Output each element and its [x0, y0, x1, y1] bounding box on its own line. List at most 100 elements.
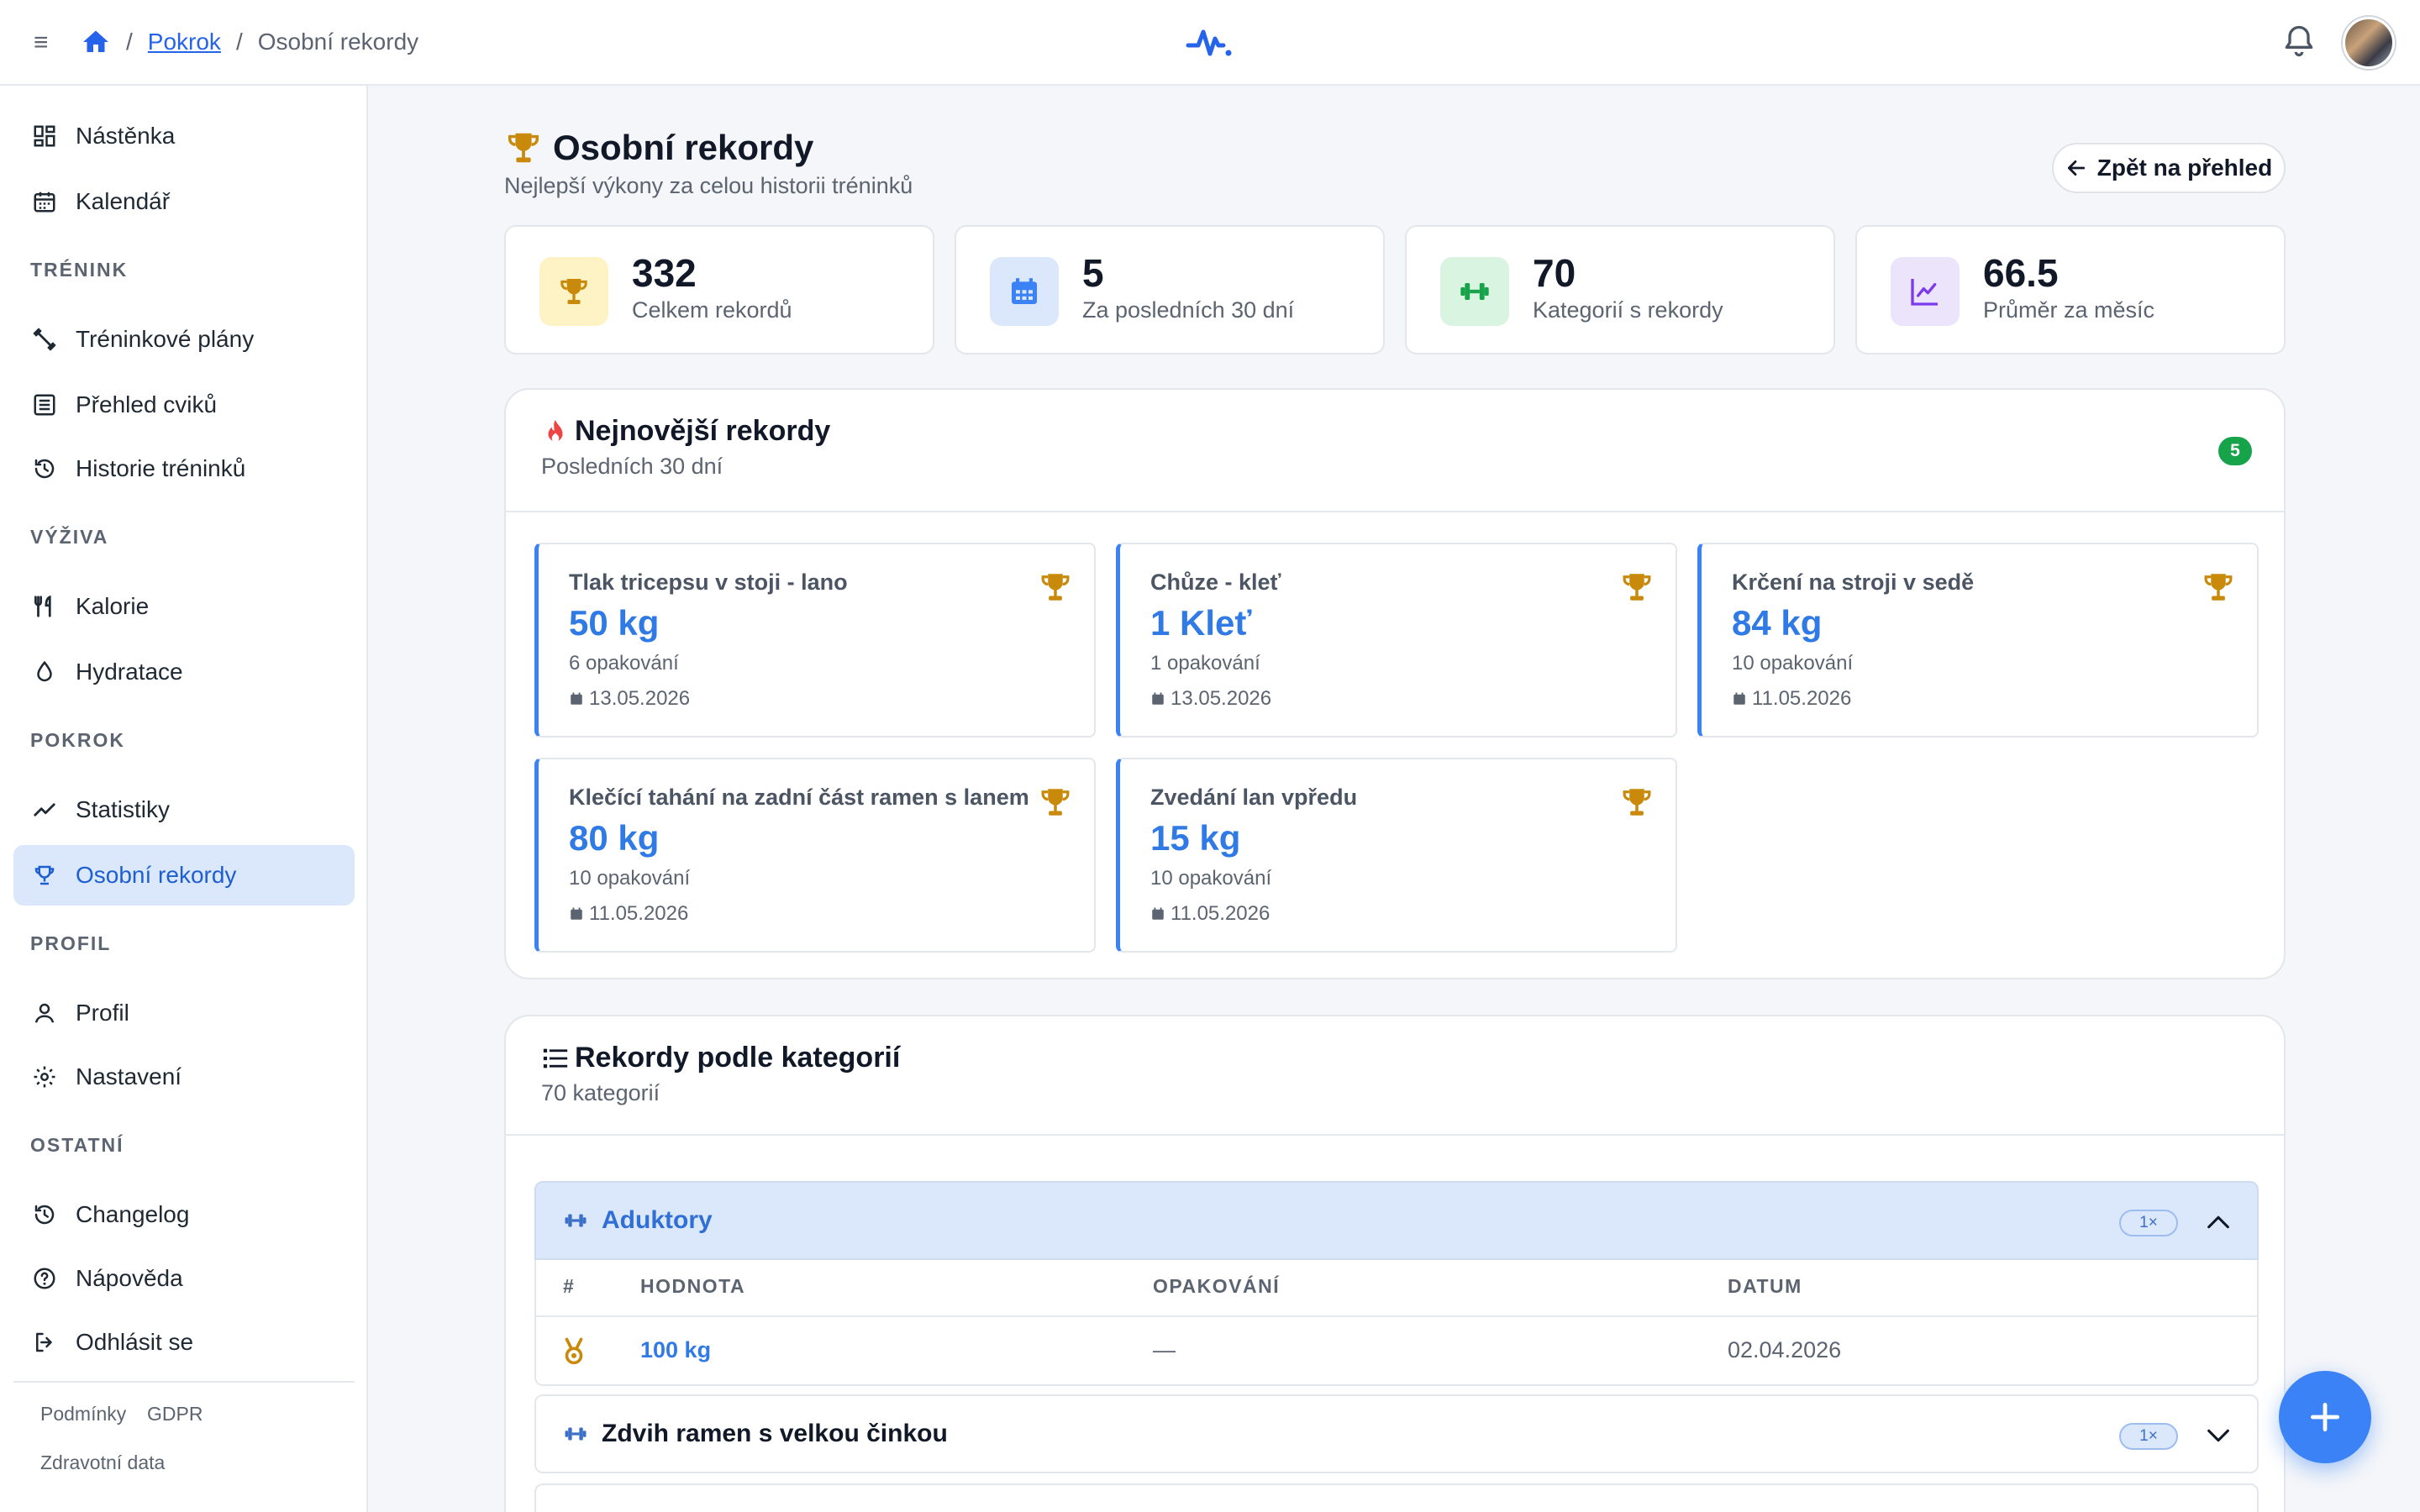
sidebar-item-label: Kalendář — [76, 188, 171, 214]
table-header-reps: OPAKOVÁNÍ — [1153, 1275, 1281, 1297]
breadcrumb: / Pokrok / Osobní rekordy — [81, 25, 418, 59]
category-count-badge: 1× — [2119, 1210, 2178, 1236]
table-header-value: HODNOTA — [640, 1275, 746, 1297]
logout-icon — [36, 1332, 52, 1352]
chevron-down-icon[interactable] — [2202, 1421, 2235, 1450]
dumbbell-icon — [565, 1214, 587, 1227]
sidebar-section-profile: PROFIL — [30, 932, 112, 954]
terms-link[interactable]: Podmínky — [40, 1403, 126, 1425]
record-exercise-name: Chůze - kleť — [1150, 570, 1281, 595]
sidebar-item-records[interactable]: Osobní rekordy — [13, 845, 355, 906]
back-to-overview-button[interactable]: Zpět na přehled — [2052, 143, 2286, 193]
calendar-icon — [1733, 692, 1745, 705]
sidebar-item-label: Statistiky — [76, 796, 171, 822]
category-accordion-header[interactable] — [534, 1483, 2259, 1512]
sidebar-item-settings[interactable]: Nastavení — [13, 1047, 355, 1107]
record-card[interactable]: Tlak tricepsu v stoji - lano 50 kg 6 opa… — [534, 543, 1096, 738]
app-logo[interactable] — [1185, 24, 1235, 60]
user-icon — [34, 1003, 55, 1023]
categories-title: Rekordy podle kategorií — [541, 1042, 900, 1074]
sidebar-divider — [13, 1381, 355, 1383]
record-date-text: 13.05.2026 — [1171, 687, 1272, 710]
sidebar-item-history[interactable]: Historie tréninků — [13, 438, 355, 499]
avatar[interactable] — [2343, 17, 2395, 69]
recent-records-card: Nejnovější rekordy Posledních 30 dní 5 T… — [504, 388, 2286, 979]
sidebar-item-plans[interactable]: Tréninkové plány — [13, 309, 355, 370]
record-date-text: 13.05.2026 — [589, 687, 691, 710]
menu-icon[interactable]: ≡ — [34, 30, 49, 55]
category-accordion-header[interactable]: Zdvih ramen s velkou činkou 1× — [534, 1394, 2259, 1473]
sidebar-item-label: Nastavení — [76, 1063, 182, 1089]
sidebar-item-label: Historie tréninků — [76, 455, 246, 481]
sidebar-item-stats[interactable]: Statistiky — [13, 780, 355, 840]
trophy-icon — [34, 865, 55, 885]
records-by-category-card: Rekordy podle kategorií 70 kategorií Adu… — [504, 1015, 2286, 1512]
sidebar-item-logout[interactable]: Odhlásit se — [13, 1312, 355, 1373]
help-circle-icon — [34, 1268, 55, 1289]
record-reps: 10 opakování — [569, 867, 691, 890]
chart-line-icon — [1891, 257, 1960, 326]
history-icon — [34, 1205, 55, 1225]
trophy-icon — [1041, 574, 1070, 601]
category-name: Aduktory — [602, 1206, 713, 1234]
calendar-icon — [34, 192, 55, 213]
record-card[interactable]: Zvedání lan vpředu 15 kg 10 opakování 11… — [1116, 758, 1677, 953]
record-reps: — — [1153, 1337, 1176, 1362]
fire-icon — [548, 419, 563, 442]
sidebar-item-label: Přehled cviků — [76, 391, 218, 417]
breadcrumb-link-pokrok[interactable]: Pokrok — [148, 29, 221, 55]
stat-label: Průměr za měsíc — [1983, 297, 2155, 323]
sidebar-item-calories[interactable]: Kalorie — [13, 576, 355, 637]
category-records-table: # HODNOTA OPAKOVÁNÍ DATUM 100 kg — 02.04… — [534, 1260, 2259, 1386]
recent-records-subtitle: Posledních 30 dní — [541, 454, 723, 479]
sidebar-item-exercises[interactable]: Přehled cviků — [13, 375, 355, 435]
gdpr-link[interactable]: GDPR — [147, 1403, 203, 1425]
sidebar-item-help[interactable]: Nápověda — [13, 1248, 355, 1309]
dumbbell-icon — [565, 1427, 587, 1441]
health-data-link[interactable]: Zdravotní data — [40, 1452, 165, 1474]
list-icon — [543, 1048, 568, 1068]
record-exercise-name: Krčení na stroji v sedě — [1732, 570, 1975, 595]
record-card[interactable]: Krčení na stroji v sedě 84 kg 10 opaková… — [1697, 543, 2259, 738]
table-header-rank: # — [563, 1275, 576, 1297]
sidebar-item-profile[interactable]: Profil — [13, 983, 355, 1043]
sidebar-item-label: Hydratace — [76, 659, 183, 685]
sidebar-item-dashboard[interactable]: Nástěnka — [13, 106, 355, 166]
record-date: 11.05.2026 — [1150, 902, 1270, 926]
stat-value: 332 — [632, 251, 697, 295]
notification-bell-icon[interactable] — [2281, 22, 2317, 60]
sidebar-section-progress: POKROK — [30, 729, 125, 751]
history-icon — [34, 459, 55, 479]
sidebar-item-calendar[interactable]: Kalendář — [13, 171, 355, 232]
calendar-icon — [571, 907, 582, 920]
record-card[interactable]: Klečící tahání na zadní část ramen s lan… — [534, 758, 1096, 953]
calendar-icon — [1152, 907, 1164, 920]
record-date-text: 11.05.2026 — [1752, 687, 1852, 710]
gear-icon — [34, 1066, 55, 1088]
add-record-button[interactable] — [2279, 1371, 2371, 1463]
stat-card-categories: 70 Kategorií s rekordy — [1405, 225, 1835, 354]
record-reps: 6 opakování — [569, 652, 679, 675]
breadcrumb-separator: / — [126, 29, 133, 55]
chart-line-icon — [34, 803, 55, 816]
record-exercise-name: Tlak tricepsu v stoji - lano — [569, 570, 848, 595]
trophy-icon — [1623, 574, 1651, 601]
breadcrumb-separator: / — [235, 29, 243, 55]
chevron-up-icon[interactable] — [2202, 1208, 2235, 1236]
record-reps: 1 opakování — [1150, 652, 1260, 675]
trophy-icon — [1623, 789, 1651, 816]
recent-count-badge: 5 — [2218, 437, 2252, 465]
water-drop-icon — [37, 660, 52, 682]
home-icon[interactable] — [81, 27, 111, 57]
category-accordion-header[interactable]: Aduktory 1× — [534, 1181, 2259, 1260]
stat-value: 70 — [1533, 251, 1576, 295]
record-date-text: 11.05.2026 — [1171, 902, 1270, 925]
sidebar-item-changelog[interactable]: Changelog — [13, 1184, 355, 1245]
categories-subtitle: 70 kategorií — [541, 1080, 660, 1105]
record-value: 50 kg — [569, 603, 660, 643]
sidebar-item-label: Odhlásit se — [76, 1329, 194, 1355]
record-date: 02.04.2026 — [1728, 1337, 1842, 1362]
card-divider — [506, 1134, 2284, 1136]
record-card[interactable]: Chůze - kleť 1 Kleť 1 opakování 13.05.20… — [1116, 543, 1677, 738]
sidebar-item-hydration[interactable]: Hydratace — [13, 642, 355, 702]
